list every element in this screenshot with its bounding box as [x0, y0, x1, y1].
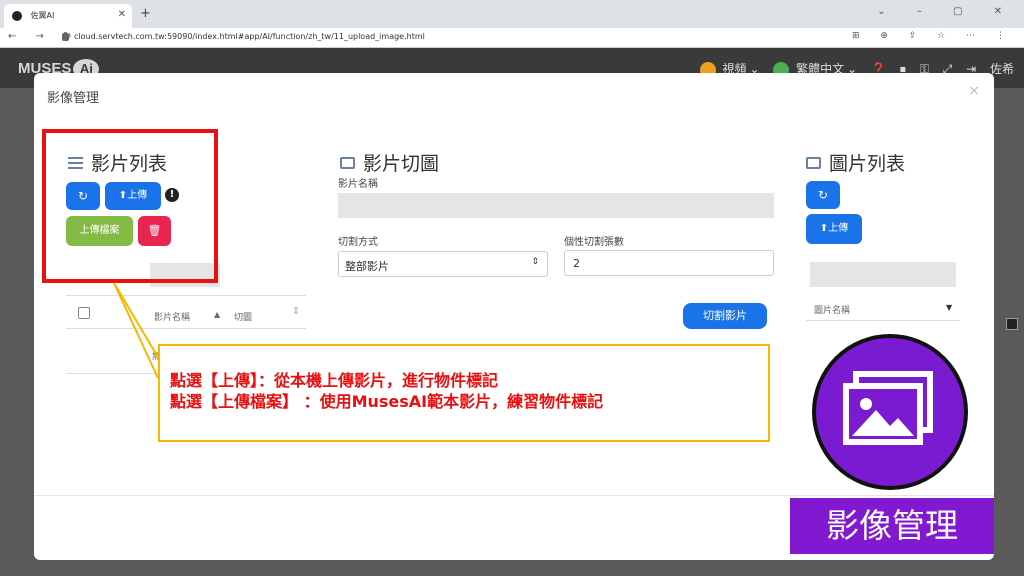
- section-badge: 影像管理: [790, 498, 994, 554]
- callout-line-2: 點選【上傳檔案】 ：使用MusesAI範本影片，練習物件標記: [170, 392, 604, 411]
- pointer-line-1: [113, 282, 163, 365]
- gallery-svg: [843, 371, 933, 445]
- callout-line-1: 點選【上傳】：從本機上傳影片，進行物件標記: [170, 371, 499, 390]
- callout-pointer: [113, 282, 163, 379]
- pointer-line-2: [113, 282, 159, 379]
- gallery-icon: [812, 334, 968, 490]
- instruction-callout: 點選【上傳】：從本機上傳影片，進行物件標記 點選【上傳檔案】 ：使用MusesA…: [158, 344, 770, 442]
